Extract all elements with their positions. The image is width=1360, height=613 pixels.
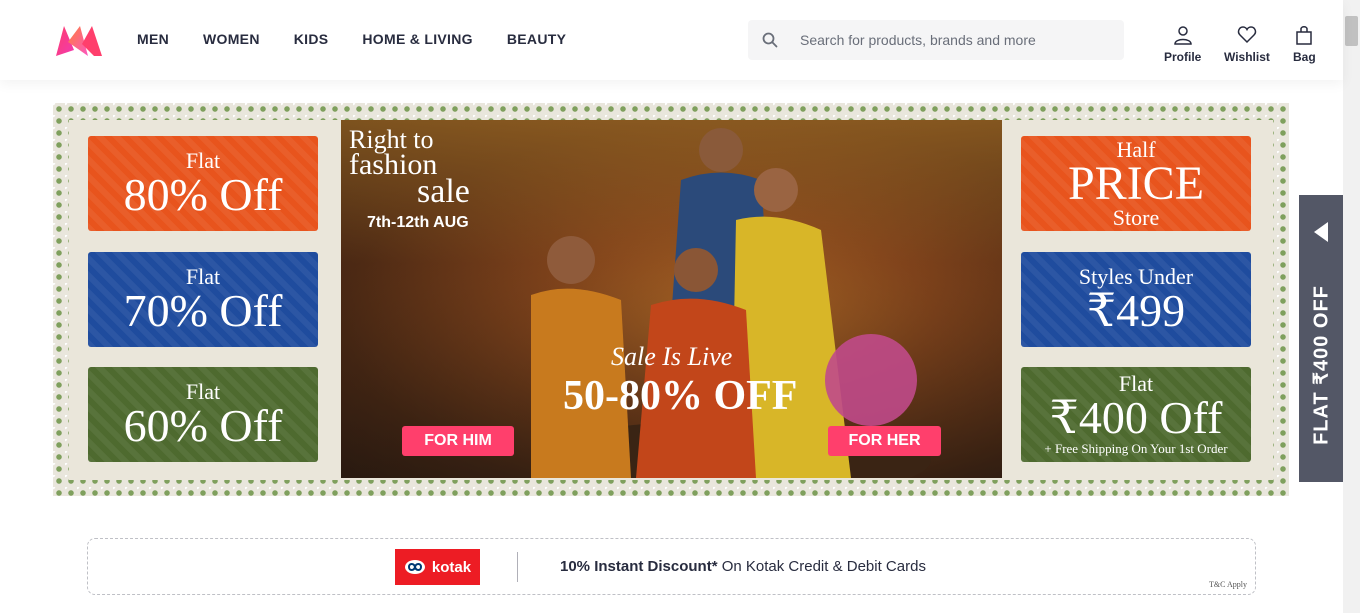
flat-400-off-side-tab[interactable]: FLAT ₹400 OFF — [1299, 195, 1343, 482]
search-input[interactable] — [800, 32, 1120, 48]
kotak-offer-rest: On Kotak Credit & Debit Cards — [717, 558, 926, 575]
tile-flat-60-off[interactable]: Flat 60% Off — [88, 367, 318, 462]
tc-apply-note: T&C Apply — [1208, 580, 1247, 589]
tile-half-price-store[interactable]: Half PRICE Store — [1021, 136, 1251, 231]
tile-line3: Store — [1112, 204, 1160, 230]
nav-kids[interactable]: KIDS — [294, 31, 329, 47]
bag-label: Bag — [1293, 50, 1316, 64]
kotak-offer-bold: 10% Instant Discount* — [560, 558, 718, 575]
divider — [517, 552, 518, 582]
hero-image[interactable]: Right to fashion sale 7th-12th AUG Sale … — [341, 120, 1002, 478]
hero-title-line3: sale — [417, 173, 470, 210]
nav-beauty[interactable]: BEAUTY — [507, 31, 566, 47]
main-nav: MEN WOMEN KIDS HOME & LIVING BEAUTY — [137, 31, 600, 47]
tile-flat-400-off[interactable]: Flat ₹400 Off + Free Shipping On Your 1s… — [1021, 367, 1251, 462]
profile-icon — [1173, 26, 1192, 45]
kotak-brand-text: kotak — [431, 558, 472, 576]
page-scrollbar[interactable] — [1343, 0, 1360, 613]
side-tab-text: FLAT ₹400 OFF — [1310, 285, 1333, 445]
hero-discount: 50-80% OFF — [563, 373, 798, 419]
tile-flat-70-off[interactable]: Flat 70% Off — [88, 252, 318, 347]
tile-line2: 80% Off — [123, 168, 283, 220]
nav-men[interactable]: MEN — [137, 31, 169, 47]
kotak-offer-strip[interactable]: kotak 10% Instant Discount* On Kotak Cre… — [87, 538, 1256, 595]
tile-styles-under-499[interactable]: Styles Under ₹499 — [1021, 252, 1251, 347]
hero-dates: 7th-12th AUG — [367, 214, 469, 231]
site-header: MEN WOMEN KIDS HOME & LIVING BEAUTY Prof… — [0, 0, 1343, 80]
kotak-offer-text: 10% Instant Discount* On Kotak Credit & … — [560, 558, 926, 575]
bag-icon — [1296, 26, 1313, 45]
myntra-logo[interactable] — [54, 22, 104, 58]
tile-line3: + Free Shipping On Your 1st Order — [1044, 441, 1228, 456]
kotak-logo[interactable]: kotak — [395, 549, 480, 585]
for-her-button[interactable]: FOR HER — [828, 426, 941, 456]
wishlist-label: Wishlist — [1224, 50, 1270, 64]
hero-models-illustration — [531, 128, 931, 478]
profile-button[interactable]: Profile — [1164, 25, 1201, 64]
tile-line2: ₹499 — [1086, 284, 1186, 336]
heart-icon — [1237, 26, 1257, 44]
tile-line2: 60% Off — [123, 399, 283, 451]
profile-label: Profile — [1164, 50, 1202, 64]
wishlist-button[interactable]: Wishlist — [1224, 25, 1270, 64]
nav-home-living[interactable]: HOME & LIVING — [362, 31, 472, 47]
sale-banner[interactable]: Flat 80% Off Flat 70% Off Flat 60% Off R… — [53, 103, 1289, 496]
nav-women[interactable]: WOMEN — [203, 31, 260, 47]
search-bar — [748, 20, 1124, 60]
kotak-infinity-icon — [404, 560, 425, 574]
bag-button[interactable]: Bag — [1293, 25, 1316, 64]
tile-line2: ₹400 Off — [1049, 392, 1223, 443]
search-icon[interactable] — [762, 32, 778, 48]
tile-line2: PRICE — [1067, 156, 1205, 210]
tile-flat-80-off[interactable]: Flat 80% Off — [88, 136, 318, 231]
scrollbar-thumb[interactable] — [1345, 16, 1358, 46]
tile-line2: 70% Off — [123, 284, 283, 336]
hero-title: Right to fashion sale — [349, 127, 470, 210]
hero-sale-live: Sale Is Live — [611, 342, 733, 371]
for-him-button[interactable]: FOR HIM — [402, 426, 514, 456]
caret-left-icon[interactable] — [1314, 222, 1328, 242]
